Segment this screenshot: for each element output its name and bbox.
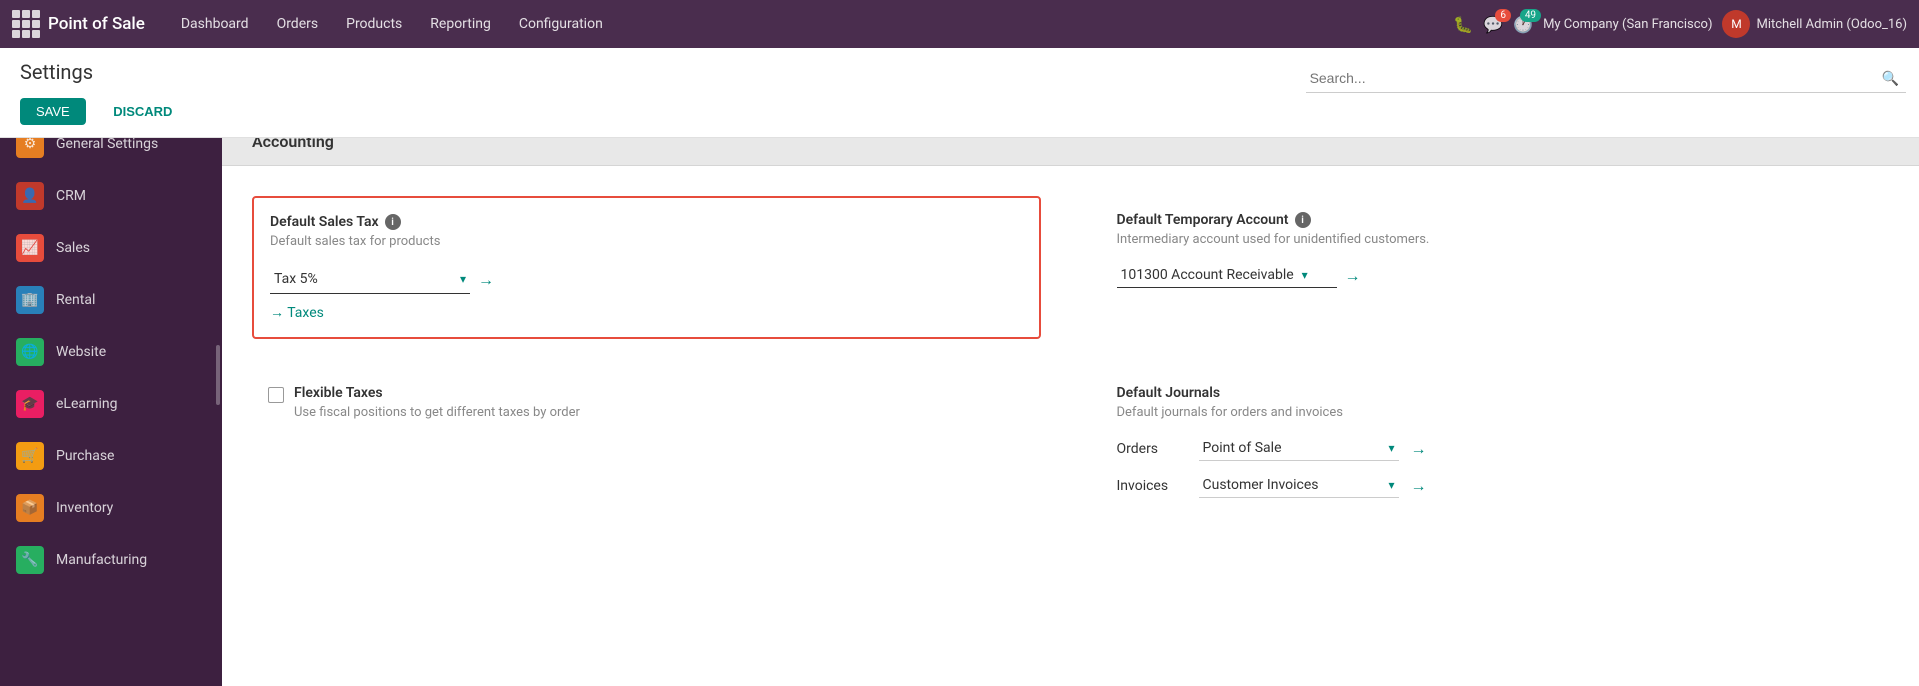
tax-select-row: Tax 5% ▾ → — [270, 265, 1023, 294]
invoices-label: Invoices — [1117, 478, 1187, 494]
crm-icon: 👤 — [16, 182, 44, 210]
page-header: Settings 🔍 SAVE DISCARD — [0, 48, 1919, 138]
top-navigation: Point of Sale Dashboard Orders Products … — [0, 0, 1919, 48]
sidebar-label-rental: Rental — [56, 292, 95, 308]
orders-label: Orders — [1117, 441, 1187, 457]
nav-orders[interactable]: Orders — [265, 10, 331, 38]
sidebar-label-website: Website — [56, 344, 106, 360]
flexible-taxes-description: Use fiscal positions to get different ta… — [294, 405, 580, 420]
taxes-link[interactable]: → Taxes — [270, 304, 1023, 321]
search-input[interactable] — [1306, 64, 1906, 93]
account-value-text: 101300 Account Receivable — [1121, 267, 1294, 283]
sidebar-label-general: General Settings — [56, 136, 158, 152]
account-dropdown[interactable]: 101300 Account Receivable ▾ — [1117, 263, 1337, 288]
orders-chevron-down-icon: ▾ — [1388, 441, 1394, 455]
default-temp-account-label: Default Temporary Account i — [1117, 212, 1874, 228]
apps-grid-icon[interactable] — [12, 10, 40, 38]
invoices-journal-row: Invoices Customer Invoices ▾ → — [1117, 473, 1874, 498]
default-sales-tax-label: Default Sales Tax i — [270, 214, 1023, 230]
app-name: Point of Sale — [48, 14, 145, 34]
invoices-value: Customer Invoices — [1203, 477, 1381, 493]
website-icon: 🌐 — [16, 338, 44, 366]
account-link-arrow-icon[interactable]: → — [1345, 266, 1361, 286]
user-menu[interactable]: M Mitchell Admin (Odoo_16) — [1722, 10, 1907, 38]
sidebar-item-website[interactable]: 🌐 Website — [0, 326, 222, 378]
nav-right: 🐛 💬 6 🕐 49 My Company (San Francisco) M … — [1453, 10, 1907, 38]
rental-icon: 🏢 — [16, 286, 44, 314]
default-sales-tax-info-icon[interactable]: i — [385, 214, 401, 230]
sidebar-item-manufacturing[interactable]: 🔧 Manufacturing — [0, 534, 222, 586]
manufacturing-icon: 🔧 — [16, 546, 44, 574]
nav-products[interactable]: Products — [334, 10, 414, 38]
journals-section: Orders Point of Sale ▾ → Invoices Custom — [1117, 436, 1874, 498]
default-journals-description: Default journals for orders and invoices — [1117, 405, 1874, 420]
messages-icon[interactable]: 💬 6 — [1483, 15, 1503, 34]
nav-menu: Dashboard Orders Products Reporting Conf… — [169, 10, 1445, 38]
sidebar-item-purchase[interactable]: 🛒 Purchase — [0, 430, 222, 482]
inventory-icon: 📦 — [16, 494, 44, 522]
bug-icon[interactable]: 🐛 — [1453, 15, 1473, 34]
flexible-taxes-label: Flexible Taxes — [294, 385, 580, 401]
orders-dropdown[interactable]: Point of Sale ▾ — [1199, 436, 1399, 461]
sidebar: ⚙ General Settings 👤 CRM 📈 Sales 🏢 Renta… — [0, 118, 222, 686]
tax-dropdown[interactable]: Tax 5% ▾ — [270, 265, 470, 294]
save-button[interactable]: SAVE — [20, 98, 86, 125]
sidebar-label-sales: Sales — [56, 240, 90, 256]
page-title: Settings — [20, 60, 93, 84]
invoices-dropdown[interactable]: Customer Invoices ▾ — [1199, 473, 1399, 498]
default-temporary-account-group: Default Temporary Account i Intermediary… — [1101, 196, 1890, 339]
default-sales-tax-group: Default Sales Tax i Default sales tax fo… — [252, 196, 1041, 339]
clock-icon[interactable]: 🕐 49 — [1513, 15, 1533, 34]
tax-value: Tax 5% — [274, 271, 318, 287]
sidebar-label-crm: CRM — [56, 188, 86, 204]
default-journals-label: Default Journals — [1117, 385, 1874, 401]
tax-link-arrow-icon[interactable]: → — [478, 270, 494, 290]
content-inner: Accounting Default Sales Tax i Default s… — [222, 118, 1919, 686]
orders-journal-row: Orders Point of Sale ▾ → — [1117, 436, 1874, 461]
flexible-taxes-checkbox-row: Flexible Taxes Use fiscal positions to g… — [268, 385, 1025, 436]
discard-button[interactable]: DISCARD — [97, 98, 188, 125]
invoices-chevron-down-icon: ▾ — [1388, 478, 1394, 492]
tax-chevron-down-icon: ▾ — [460, 272, 466, 286]
sidebar-item-sales[interactable]: 📈 Sales — [0, 222, 222, 274]
sidebar-item-rental[interactable]: 🏢 Rental — [0, 274, 222, 326]
elearning-icon: 🎓 — [16, 390, 44, 418]
default-sales-tax-description: Default sales tax for products — [270, 234, 1023, 249]
invoices-link-arrow-icon[interactable]: → — [1411, 476, 1427, 496]
flexible-taxes-group: Flexible Taxes Use fiscal positions to g… — [252, 369, 1041, 526]
orders-value: Point of Sale — [1203, 440, 1381, 456]
nav-dashboard[interactable]: Dashboard — [169, 10, 261, 38]
messages-badge: 6 — [1495, 9, 1511, 22]
nav-configuration[interactable]: Configuration — [507, 10, 615, 38]
account-field: 101300 Account Receivable ▾ → — [1117, 263, 1874, 288]
sales-icon: 📈 — [16, 234, 44, 262]
user-name: Mitchell Admin (Odoo_16) — [1756, 17, 1907, 32]
scroll-indicator — [216, 345, 220, 405]
purchase-icon: 🛒 — [16, 442, 44, 470]
account-chevron-down-icon: ▾ — [1302, 268, 1308, 282]
flexible-taxes-checkbox[interactable] — [268, 387, 284, 403]
main-content: Accounting Default Sales Tax i Default s… — [222, 118, 1919, 686]
company-name: My Company (San Francisco) — [1543, 17, 1712, 32]
sidebar-label-inventory: Inventory — [56, 500, 113, 516]
settings-body: Default Sales Tax i Default sales tax fo… — [222, 166, 1919, 556]
sidebar-label-elearning: eLearning — [56, 396, 117, 412]
clock-badge: 49 — [1520, 9, 1541, 22]
user-avatar: M — [1722, 10, 1750, 38]
orders-link-arrow-icon[interactable]: → — [1411, 439, 1427, 459]
temp-account-description: Intermediary account used for unidentifi… — [1117, 232, 1874, 247]
sidebar-label-manufacturing: Manufacturing — [56, 552, 147, 568]
main-layout: ⚙ General Settings 👤 CRM 📈 Sales 🏢 Renta… — [0, 118, 1919, 686]
sidebar-item-elearning[interactable]: 🎓 eLearning — [0, 378, 222, 430]
sidebar-item-inventory[interactable]: 📦 Inventory — [0, 482, 222, 534]
nav-reporting[interactable]: Reporting — [418, 10, 503, 38]
sidebar-label-purchase: Purchase — [56, 448, 114, 464]
flexible-taxes-text: Flexible Taxes Use fiscal positions to g… — [294, 385, 580, 436]
sidebar-item-crm[interactable]: 👤 CRM — [0, 170, 222, 222]
temp-account-info-icon[interactable]: i — [1295, 212, 1311, 228]
default-journals-group: Default Journals Default journals for or… — [1101, 369, 1890, 526]
